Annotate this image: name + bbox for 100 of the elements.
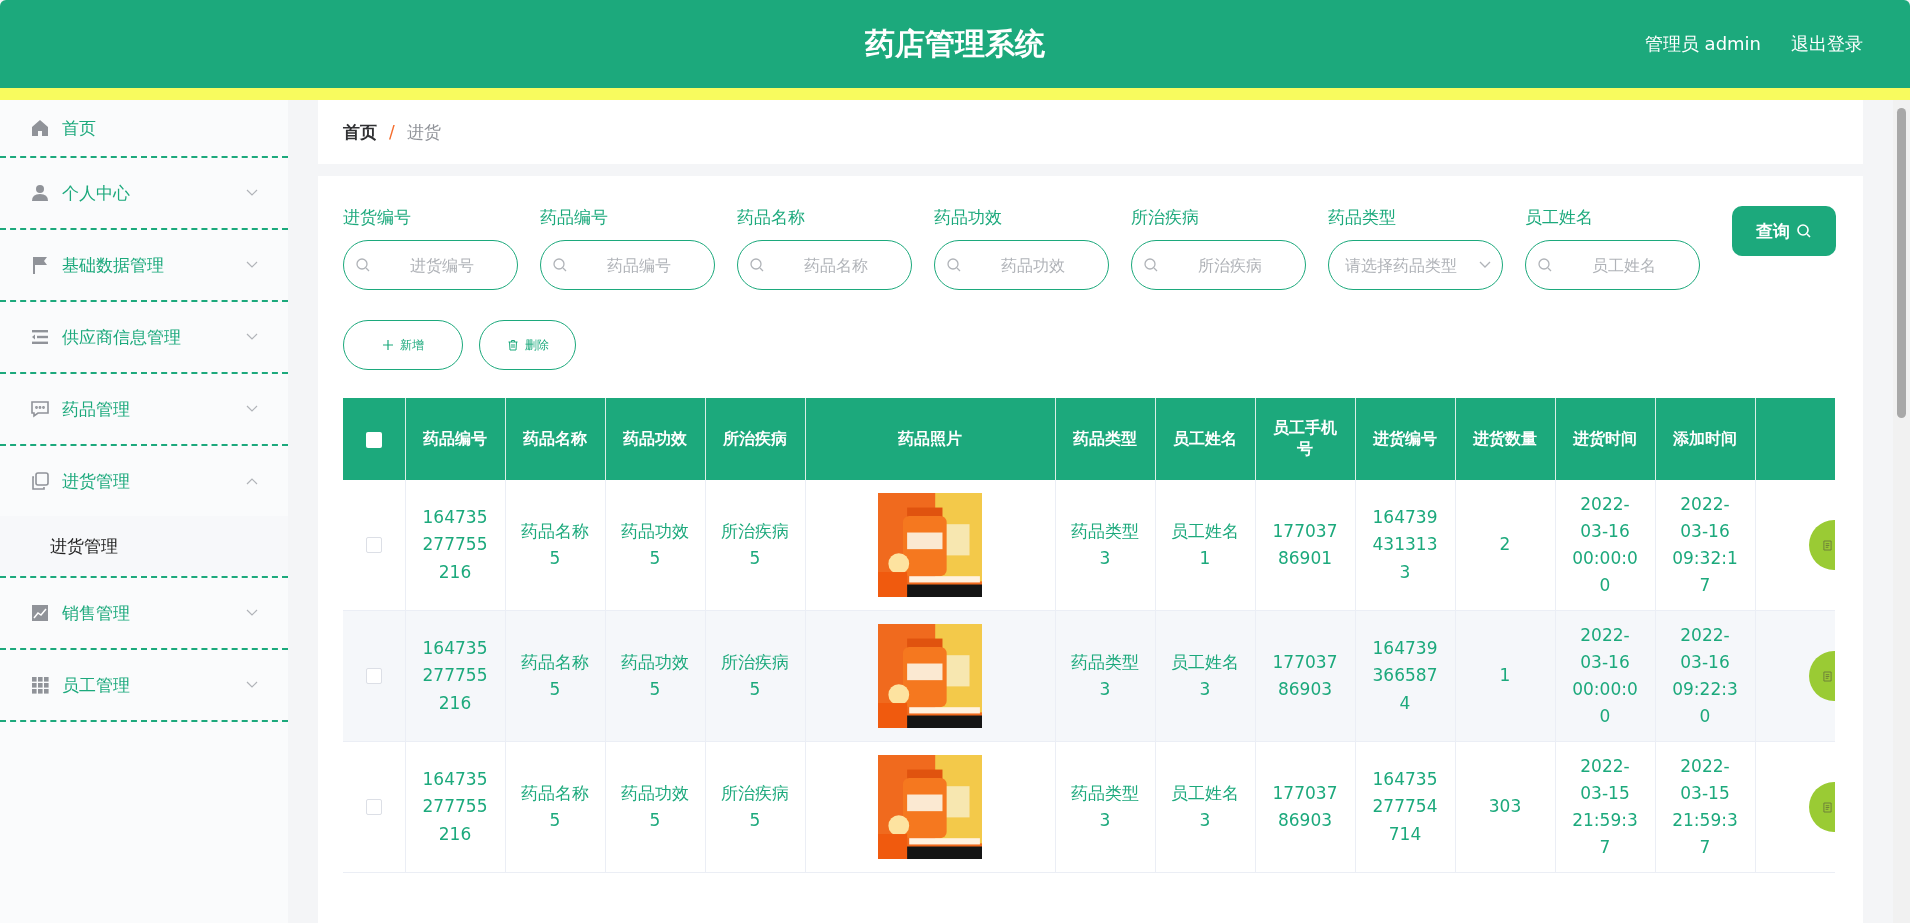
menu-item[interactable]: 药品管理 [0, 374, 288, 444]
filter-label: 药品编号 [540, 206, 609, 228]
app-title: 药店管理系统 [865, 24, 1045, 63]
query-button[interactable]: 查询 [1732, 206, 1836, 256]
search-field[interactable]: 进货编号 [343, 240, 518, 290]
table-cell: 所治疾病5 [705, 741, 805, 873]
document-icon [1822, 539, 1832, 551]
filter-label: 药品功效 [934, 206, 1003, 228]
copy-icon [30, 471, 50, 491]
search-icon [552, 257, 568, 273]
filter-label: 进货编号 [343, 206, 412, 228]
table-cell: 164735277755216 [405, 480, 505, 611]
table-cell: 所治疾病5 [705, 480, 805, 611]
table-cell: 2022-03-16 09:22:30 [1655, 610, 1755, 742]
table-cell: 303 [1455, 741, 1555, 873]
table-cell: 药品类型3 [1055, 741, 1155, 873]
table-cell: 1647394313133 [1355, 480, 1455, 611]
table-cell: 164735277755216 [405, 610, 505, 742]
search-field[interactable]: 药品功效 [934, 240, 1109, 290]
breadcrumb-separator: / [389, 122, 395, 142]
table-cell: 164735277755216 [405, 741, 505, 873]
column-header: 员工姓名 [1155, 398, 1255, 480]
table-cell: 药品功效5 [605, 741, 705, 873]
table-cell: 164735277754714 [1355, 741, 1455, 873]
search-icon [355, 257, 371, 273]
user-name: 管理员 admin [1644, 32, 1761, 56]
chat-icon [30, 399, 50, 419]
table-cell: 17703786901 [1255, 480, 1355, 611]
plus-icon [382, 339, 394, 351]
column-header: 所治疾病 [705, 398, 805, 480]
column-header: 药品照片 [805, 398, 1055, 480]
column-header: 员工手机号 [1255, 398, 1355, 480]
search-field[interactable]: 药品编号 [540, 240, 715, 290]
menu-item[interactable]: 进货管理 [0, 446, 288, 516]
table-cell: 1 [1455, 610, 1555, 742]
breadcrumb-link[interactable]: 进货 [406, 120, 441, 144]
table-cell: 员工姓名1 [1155, 480, 1255, 611]
select-field[interactable]: 请选择药品类型 [1328, 240, 1503, 290]
logout-link[interactable]: 退出登录 [1791, 32, 1863, 56]
delete-button[interactable]: 删除 [479, 320, 576, 370]
user-icon [30, 183, 50, 203]
breadcrumb-link[interactable]: 首页 [343, 120, 377, 144]
menu-item[interactable]: 个人中心 [0, 158, 288, 228]
table-cell: 2022-03-16 00:00:00 [1555, 610, 1655, 742]
table-cell: 2 [1455, 480, 1555, 611]
table-cell: 药品类型3 [1055, 610, 1155, 742]
search-field[interactable]: 员工姓名 [1525, 240, 1700, 290]
row-checkbox[interactable] [365, 668, 382, 685]
filter-label: 员工姓名 [1525, 206, 1594, 228]
table-cell: 员工姓名3 [1155, 741, 1255, 873]
column-header: 药品名称 [505, 398, 605, 480]
table-cell: 2022-03-16 00:00:00 [1555, 480, 1655, 611]
table-cell: 17703786903 [1255, 610, 1355, 742]
table-cell: 所治疾病5 [705, 610, 805, 742]
flag-icon [30, 255, 50, 275]
filter-label: 药品名称 [737, 206, 806, 228]
search-field[interactable]: 药品名称 [737, 240, 912, 290]
column-header: 药品功效 [605, 398, 705, 480]
document-icon [1822, 801, 1832, 813]
chevron-icon [1479, 261, 1491, 269]
menu-item[interactable]: 首页 [0, 100, 288, 156]
search-icon [946, 257, 962, 273]
menu-item[interactable]: 供应商信息管理 [0, 302, 288, 372]
table-cell: 药品名称5 [505, 480, 605, 611]
column-header: 进货编号 [1355, 398, 1455, 480]
grid-icon [30, 675, 50, 695]
menu-item[interactable]: 员工管理 [0, 650, 288, 720]
table-cell: 药品功效5 [605, 610, 705, 742]
home-icon [30, 118, 50, 138]
table-cell: 药品类型3 [1055, 480, 1155, 611]
column-header: 药品类型 [1055, 398, 1155, 480]
search-icon [749, 257, 765, 273]
table-cell: 2022-03-16 09:32:17 [1655, 480, 1755, 611]
list-icon [30, 327, 50, 347]
table-cell: 17703786903 [1255, 741, 1355, 873]
table-cell: 药品名称5 [505, 741, 605, 873]
column-header: 进货数量 [1455, 398, 1555, 480]
table-cell: 员工姓名3 [1155, 610, 1255, 742]
search-icon [1537, 257, 1553, 273]
menu-item[interactable]: 基础数据管理 [0, 230, 288, 300]
column-header: 药品编号 [405, 398, 505, 480]
table-cell: 2022-03-15 21:59:37 [1555, 741, 1655, 873]
document-icon [1822, 670, 1832, 682]
column-header: 进货时间 [1555, 398, 1655, 480]
trash-icon [506, 339, 519, 351]
filter-label: 所治疾病 [1131, 206, 1200, 228]
add-button[interactable]: 新增 [343, 320, 463, 370]
select-all-checkbox[interactable] [365, 432, 382, 448]
table-cell: 2022-03-15 21:59:37 [1655, 741, 1755, 873]
row-checkbox[interactable] [365, 799, 382, 816]
menu-item[interactable]: 销售管理 [0, 578, 288, 648]
search-field[interactable]: 所治疾病 [1131, 240, 1306, 290]
search-icon [1796, 223, 1812, 239]
scrollbar[interactable] [1893, 100, 1910, 923]
search-icon [1143, 257, 1159, 273]
row-checkbox[interactable] [365, 537, 382, 554]
chart-icon [30, 603, 50, 623]
table-cell: 药品功效5 [605, 480, 705, 611]
column-header: 添加时间 [1655, 398, 1755, 480]
filter-label: 药品类型 [1328, 206, 1397, 228]
